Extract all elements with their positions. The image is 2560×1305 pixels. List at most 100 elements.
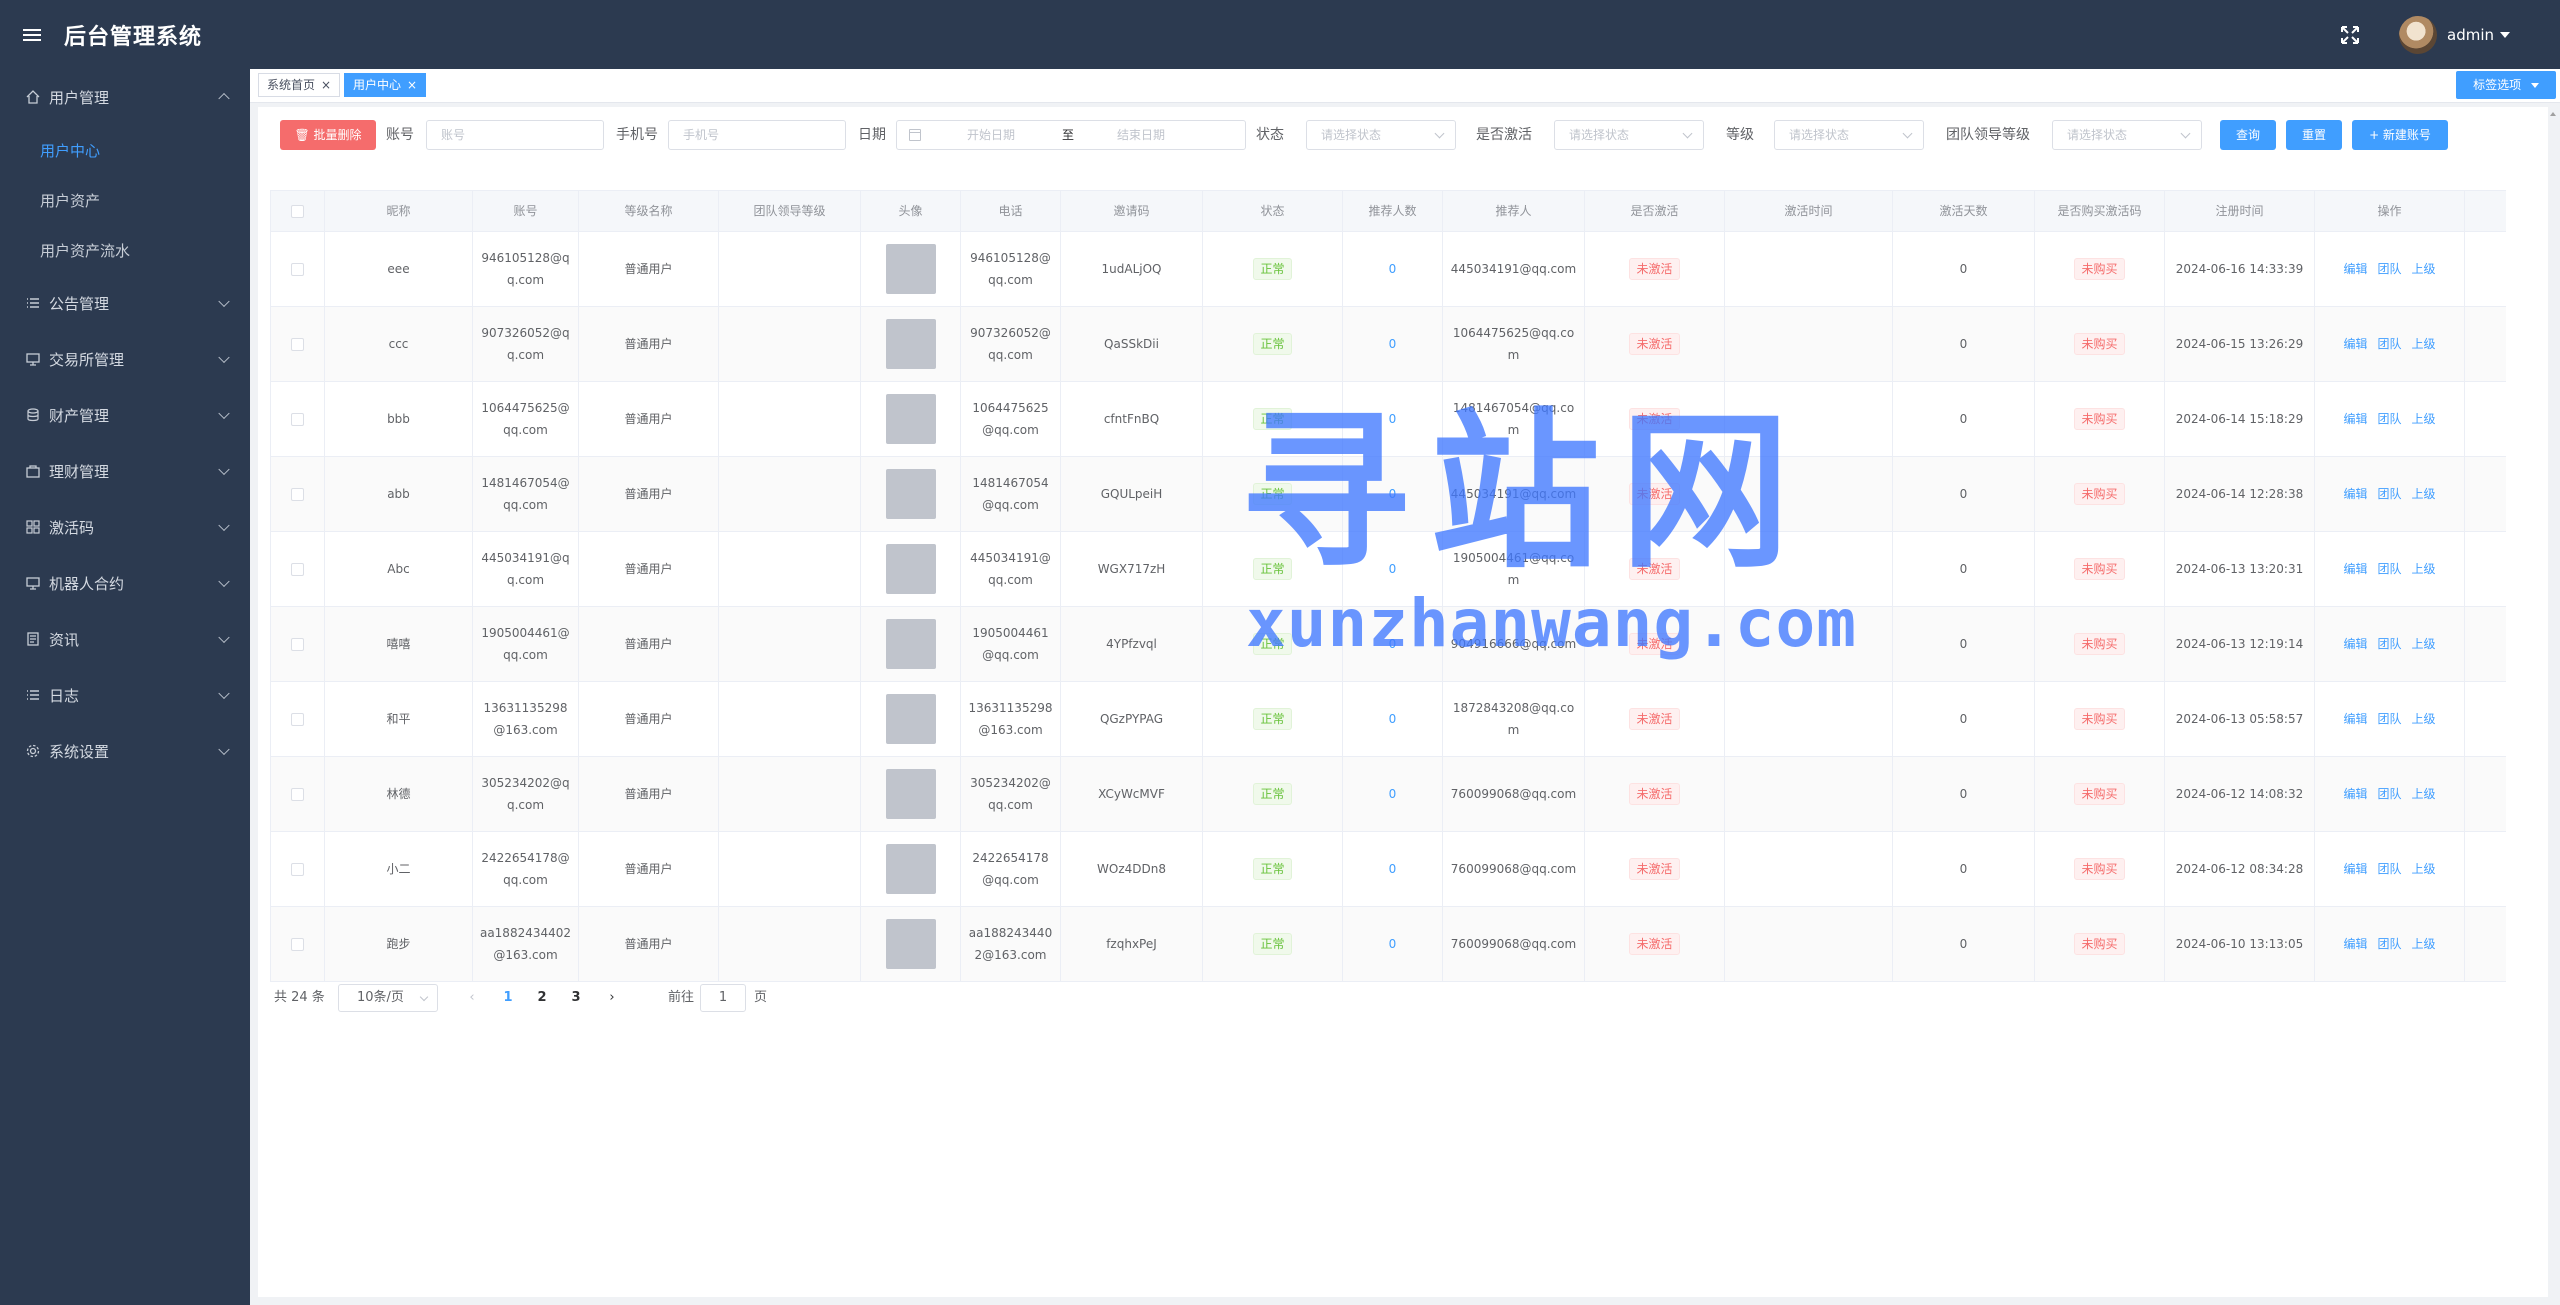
edit-link[interactable]: 编辑 bbox=[2343, 487, 2367, 501]
superior-link[interactable]: 上级 bbox=[2412, 262, 2436, 276]
team-link[interactable]: 团队 bbox=[2377, 562, 2401, 576]
user-avatar[interactable] bbox=[2399, 15, 2437, 54]
team-link[interactable]: 团队 bbox=[2377, 712, 2401, 726]
referral-count-link[interactable]: 0 bbox=[1389, 783, 1397, 805]
referral-count-link[interactable]: 0 bbox=[1389, 483, 1397, 505]
activated-select[interactable]: 请选择状态 bbox=[1554, 120, 1704, 150]
avatar[interactable] bbox=[885, 769, 936, 819]
edit-link[interactable]: 编辑 bbox=[2343, 637, 2367, 651]
referral-count-link[interactable]: 0 bbox=[1389, 708, 1397, 730]
edit-link[interactable]: 编辑 bbox=[2343, 262, 2367, 276]
select-all-checkbox[interactable] bbox=[291, 204, 304, 218]
avatar[interactable] bbox=[885, 544, 936, 594]
sidebar-group-5[interactable]: 激活码 bbox=[0, 499, 250, 555]
page-1[interactable]: 1 bbox=[494, 984, 522, 1012]
referral-count-link[interactable]: 0 bbox=[1389, 333, 1397, 355]
edit-link[interactable]: 编辑 bbox=[2343, 712, 2367, 726]
avatar[interactable] bbox=[885, 244, 936, 294]
table-row[interactable]: 小二 2422654178@qq.com 普通用户 2422654178@qq.com… bbox=[271, 832, 2506, 907]
sidebar-group-3[interactable]: 财产管理 bbox=[0, 387, 250, 443]
row-checkbox[interactable] bbox=[291, 787, 304, 801]
add-account-button[interactable]: + 新建账号 bbox=[2352, 120, 2448, 150]
superior-link[interactable]: 上级 bbox=[2412, 337, 2436, 351]
edit-link[interactable]: 编辑 bbox=[2343, 337, 2367, 351]
reset-button[interactable]: 重置 bbox=[2286, 120, 2342, 150]
avatar[interactable] bbox=[885, 469, 936, 519]
team-level-select[interactable]: 请选择状态 bbox=[2052, 120, 2202, 150]
table-row[interactable]: ccc 907326052@qq.com 普通用户 907326052@qq.com Q… bbox=[271, 307, 2506, 382]
edit-link[interactable]: 编辑 bbox=[2343, 862, 2367, 876]
status-select[interactable]: 请选择状态 bbox=[1306, 120, 1456, 150]
phone-input[interactable]: 手机号 bbox=[668, 120, 846, 150]
row-checkbox[interactable] bbox=[291, 712, 304, 726]
menu-toggle-icon[interactable] bbox=[0, 0, 64, 69]
superior-link[interactable]: 上级 bbox=[2412, 412, 2436, 426]
superior-link[interactable]: 上级 bbox=[2412, 562, 2436, 576]
prev-page-icon[interactable]: ‹ bbox=[458, 984, 486, 1012]
avatar[interactable] bbox=[885, 844, 936, 894]
superior-link[interactable]: 上级 bbox=[2412, 487, 2436, 501]
avatar[interactable] bbox=[885, 694, 936, 744]
avatar[interactable] bbox=[885, 319, 936, 369]
table-row[interactable]: abb 1481467054@qq.com 普通用户 1481467054@qq.co… bbox=[271, 457, 2506, 532]
scrollbar[interactable] bbox=[2548, 112, 2556, 1292]
row-checkbox[interactable] bbox=[291, 937, 304, 951]
sidebar-item-0-2[interactable]: 用户资产流水 bbox=[0, 225, 250, 275]
edit-link[interactable]: 编辑 bbox=[2343, 562, 2367, 576]
page-size-select[interactable]: 10条/页 bbox=[338, 984, 438, 1012]
avatar[interactable] bbox=[885, 919, 936, 969]
table-row[interactable]: 跑步 aa1882434402@163.com 普通用户 aa1882434402@1… bbox=[271, 907, 2506, 982]
row-checkbox[interactable] bbox=[291, 487, 304, 501]
table-row[interactable]: 嘻嘻 1905004461@qq.com 普通用户 1905004461@qq.com… bbox=[271, 607, 2506, 682]
account-input[interactable]: 账号 bbox=[426, 120, 604, 150]
row-checkbox[interactable] bbox=[291, 337, 304, 351]
user-name[interactable]: admin bbox=[2447, 26, 2494, 44]
edit-link[interactable]: 编辑 bbox=[2343, 937, 2367, 951]
jump-input[interactable]: 1 bbox=[700, 984, 746, 1012]
level-select[interactable]: 请选择状态 bbox=[1774, 120, 1924, 150]
team-link[interactable]: 团队 bbox=[2377, 862, 2401, 876]
superior-link[interactable]: 上级 bbox=[2412, 937, 2436, 951]
sidebar-group-0[interactable]: 用户管理 bbox=[0, 69, 250, 125]
sidebar-group-4[interactable]: 理财管理 bbox=[0, 443, 250, 499]
row-checkbox[interactable] bbox=[291, 862, 304, 876]
sidebar-group-2[interactable]: 交易所管理 bbox=[0, 331, 250, 387]
avatar[interactable] bbox=[885, 619, 936, 669]
referral-count-link[interactable]: 0 bbox=[1389, 933, 1397, 955]
close-icon[interactable]: × bbox=[321, 78, 331, 92]
team-link[interactable]: 团队 bbox=[2377, 787, 2401, 801]
team-link[interactable]: 团队 bbox=[2377, 262, 2401, 276]
team-link[interactable]: 团队 bbox=[2377, 937, 2401, 951]
referral-count-link[interactable]: 0 bbox=[1389, 408, 1397, 430]
fullscreen-icon[interactable] bbox=[2341, 25, 2359, 44]
batch-delete-button[interactable]: 🗑 批量删除 bbox=[280, 120, 376, 150]
table-row[interactable]: Abc 445034191@qq.com 普通用户 445034191@qq.com W… bbox=[271, 532, 2506, 607]
team-link[interactable]: 团队 bbox=[2377, 487, 2401, 501]
sidebar-group-6[interactable]: 机器人合约 bbox=[0, 555, 250, 611]
sidebar-group-9[interactable]: 系统设置 bbox=[0, 723, 250, 779]
referral-count-link[interactable]: 0 bbox=[1389, 633, 1397, 655]
superior-link[interactable]: 上级 bbox=[2412, 712, 2436, 726]
row-checkbox[interactable] bbox=[291, 562, 304, 576]
tag-user-center[interactable]: 用户中心 × bbox=[344, 73, 427, 97]
edit-link[interactable]: 编辑 bbox=[2343, 412, 2367, 426]
row-checkbox[interactable] bbox=[291, 412, 304, 426]
table-row[interactable]: eee 946105128@qq.com 普通用户 946105128@qq.com 1… bbox=[271, 232, 2506, 307]
tag-options-button[interactable]: 标签选项 bbox=[2456, 71, 2556, 99]
team-link[interactable]: 团队 bbox=[2377, 412, 2401, 426]
close-icon[interactable]: × bbox=[407, 78, 417, 92]
referral-count-link[interactable]: 0 bbox=[1389, 858, 1397, 880]
sidebar-item-0-0[interactable]: 用户中心 bbox=[0, 125, 250, 175]
row-checkbox[interactable] bbox=[291, 262, 304, 276]
table-row[interactable]: 林德 305234202@qq.com 普通用户 305234202@qq.com XC… bbox=[271, 757, 2506, 832]
referral-count-link[interactable]: 0 bbox=[1389, 558, 1397, 580]
sidebar-group-8[interactable]: 日志 bbox=[0, 667, 250, 723]
query-button[interactable]: 查询 bbox=[2220, 120, 2276, 150]
table-row[interactable]: 和平 13631135298@163.com 普通用户 13631135298@163… bbox=[271, 682, 2506, 757]
avatar[interactable] bbox=[885, 394, 936, 444]
superior-link[interactable]: 上级 bbox=[2412, 787, 2436, 801]
date-range-picker[interactable]: 开始日期 至 结束日期 bbox=[896, 120, 1246, 150]
table-row[interactable]: bbb 1064475625@qq.com 普通用户 1064475625@qq.co… bbox=[271, 382, 2506, 457]
next-page-icon[interactable]: › bbox=[598, 984, 626, 1012]
sidebar-item-0-1[interactable]: 用户资产 bbox=[0, 175, 250, 225]
